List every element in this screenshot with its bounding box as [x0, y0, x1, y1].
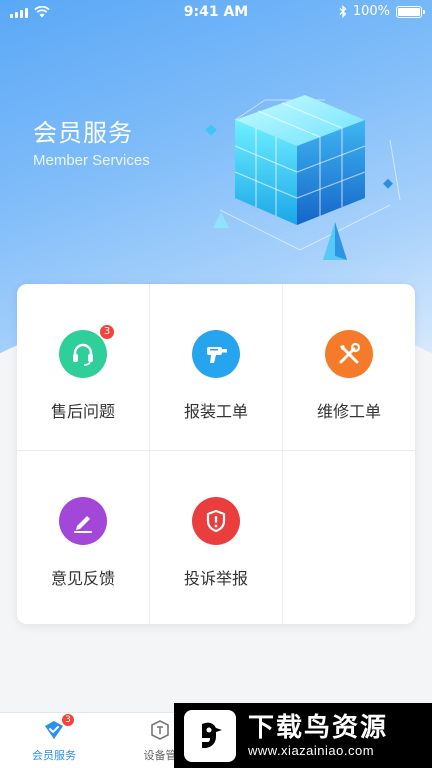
device-box-icon	[151, 720, 169, 740]
shield-alert-icon	[206, 509, 226, 533]
battery-icon	[396, 5, 425, 18]
service-install-order[interactable]: 报装工单	[150, 284, 283, 451]
battery-percent: 100%	[352, 4, 390, 19]
services-card: 3 售后问题 报装工单 维修工单 意见反馈 投诉举报	[17, 284, 415, 624]
tools-icon	[339, 342, 361, 364]
tab-member-services[interactable]: 3 会员服务	[14, 713, 94, 763]
hero-subtitle: Member Services	[33, 152, 150, 169]
cube-illustration	[205, 95, 401, 260]
service-complaint[interactable]: 投诉举报	[150, 451, 283, 624]
bird-logo-icon	[184, 709, 236, 762]
battery-fill	[398, 7, 420, 16]
service-icon-circle	[59, 497, 107, 545]
service-label: 维修工单	[316, 402, 381, 421]
service-label: 售后问题	[50, 402, 115, 421]
tab-icon-wrap: 3	[41, 713, 75, 743]
service-repair-order[interactable]: 维修工单	[283, 284, 415, 451]
service-icon-circle	[192, 330, 240, 378]
service-label: 报装工单	[183, 402, 248, 421]
hero-title: 会员服务	[33, 119, 133, 147]
service-after-sales[interactable]: 3 售后问题	[17, 284, 150, 451]
status-right: 100%	[339, 4, 425, 19]
empty-cell	[283, 451, 415, 624]
service-label: 意见反馈	[50, 569, 115, 588]
tab-label: 会员服务	[32, 749, 76, 762]
watermark-title: 下载鸟资源	[248, 713, 389, 743]
tab-badge: 3	[61, 713, 75, 727]
headset-icon	[73, 343, 93, 366]
service-label: 投诉举报	[183, 569, 248, 588]
drill-icon	[207, 347, 227, 363]
service-icon-circle	[325, 330, 373, 378]
service-feedback[interactable]: 意见反馈	[17, 451, 150, 624]
watermark-overlay: 下载鸟资源 www.xiazainiao.com	[174, 703, 432, 768]
bluetooth-icon	[339, 5, 347, 18]
edit-icon	[74, 516, 92, 533]
notification-badge: 3	[99, 324, 115, 340]
service-icon-circle	[192, 497, 240, 545]
tab-label: 设备管	[143, 749, 177, 762]
status-bar: 9:41 AM 100%	[0, 0, 432, 26]
tab-icon-wrap	[147, 717, 173, 743]
watermark-text: 下载鸟资源 www.xiazainiao.com	[248, 713, 388, 758]
watermark-url: www.xiazainiao.com	[248, 743, 375, 758]
service-icon-circle: 3	[59, 324, 115, 378]
